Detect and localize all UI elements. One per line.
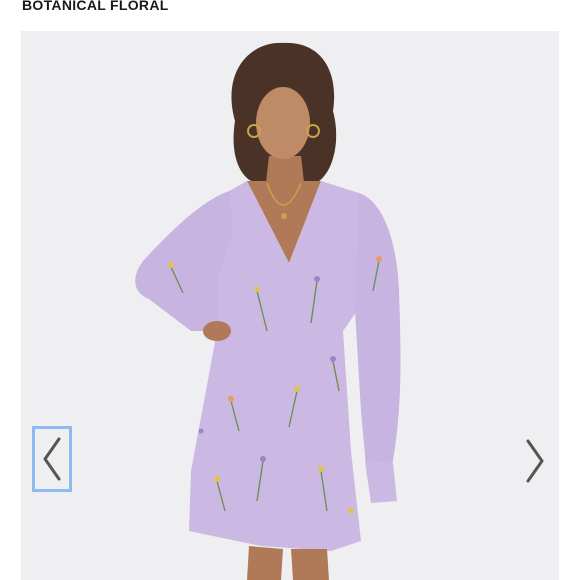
product-photo [21, 31, 559, 580]
product-title: BOTANICAL FLORAL [22, 0, 169, 13]
chevron-left-icon [43, 437, 61, 481]
next-image-button[interactable] [517, 431, 553, 491]
chevron-right-icon [526, 439, 544, 483]
previous-image-button[interactable] [32, 426, 72, 492]
product-image-gallery[interactable] [21, 31, 559, 580]
